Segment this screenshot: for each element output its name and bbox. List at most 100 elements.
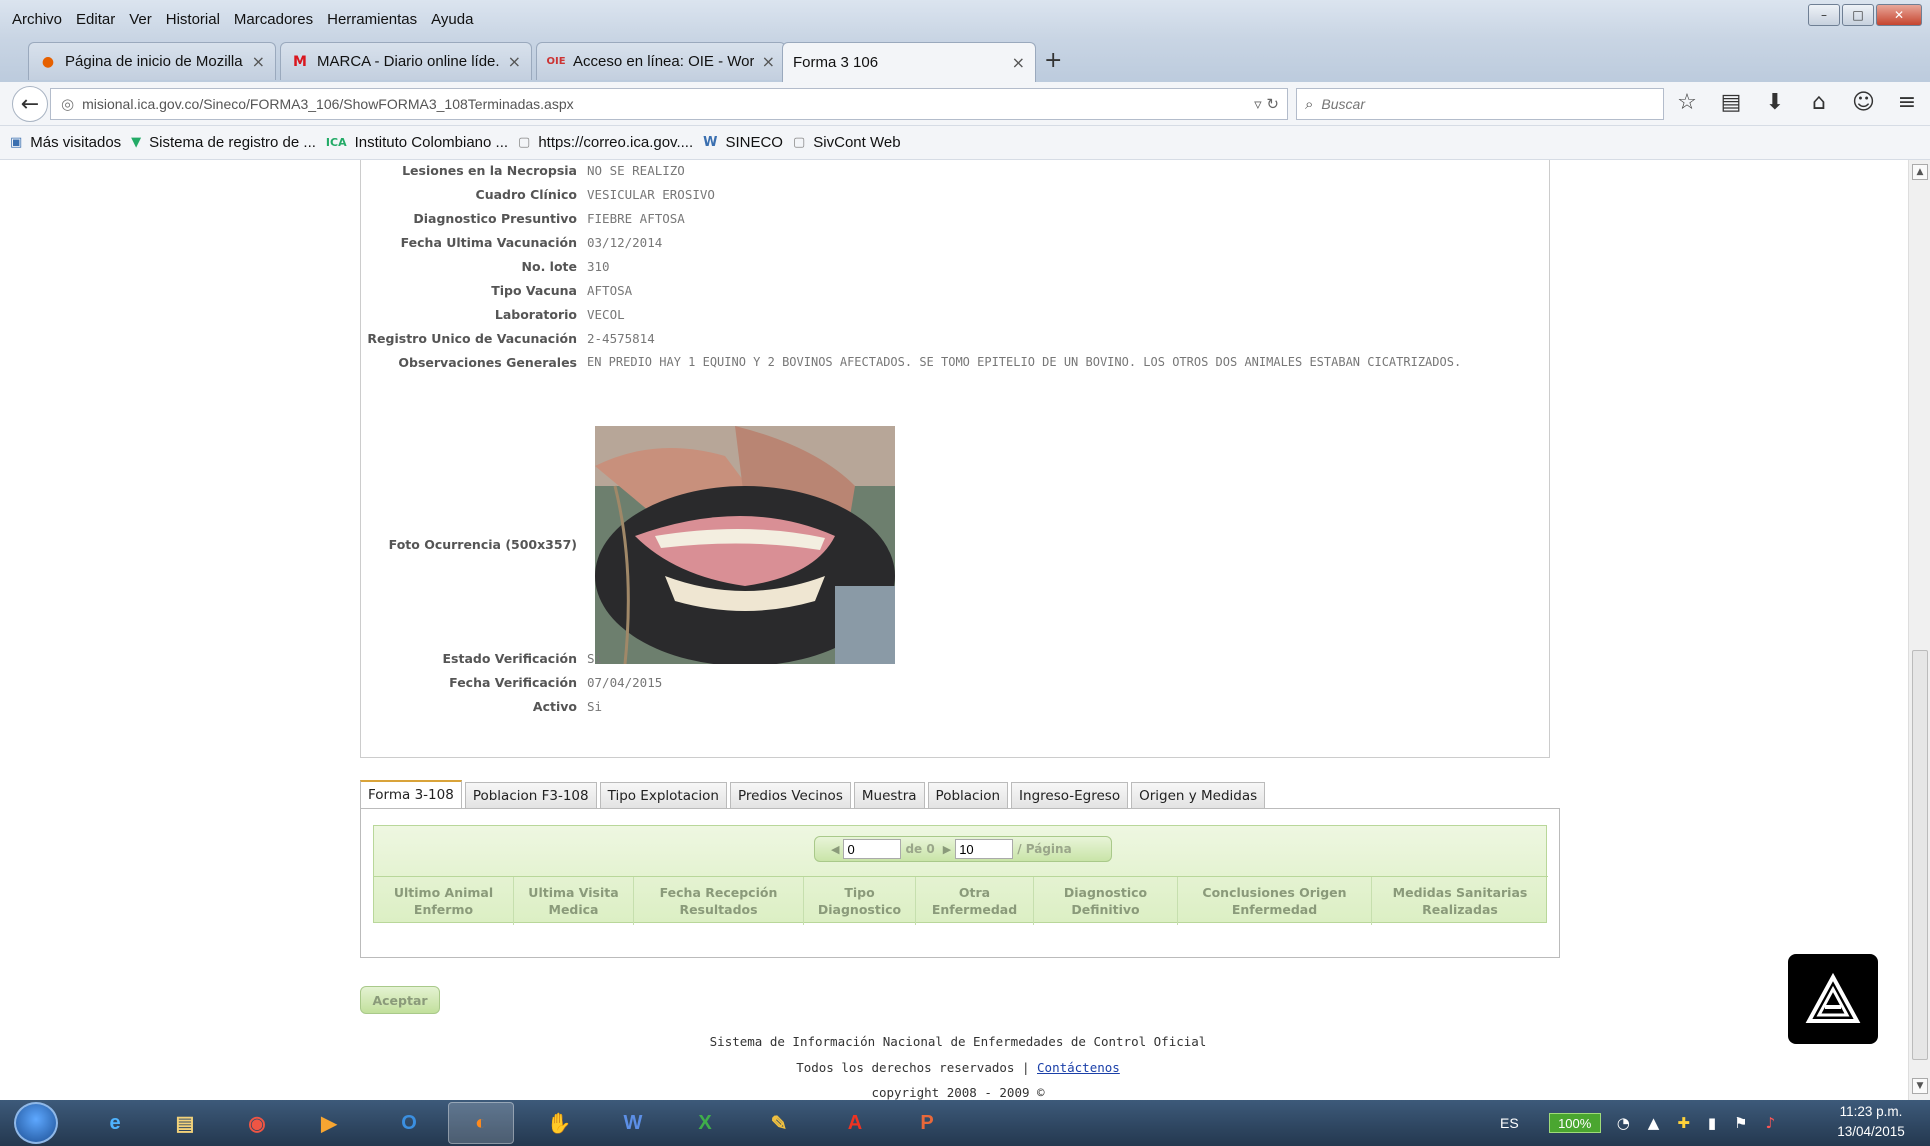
minimize-button[interactable]: – [1808,4,1840,26]
hamburger-menu-icon[interactable]: ≡ [1896,92,1918,114]
accept-button[interactable]: Aceptar [360,986,440,1014]
triangle-logo-icon [1805,972,1861,1023]
tab-mozilla[interactable]: ● Página de inicio de Mozilla... × [28,42,276,80]
close-icon[interactable]: × [508,52,521,71]
tab-origen-y-medidas[interactable]: Origen y Medidas [1131,782,1266,808]
bookmark-star-icon[interactable]: ☆ [1676,92,1698,114]
menu-marcadores[interactable]: Marcadores [234,11,313,28]
close-icon[interactable]: × [1012,53,1025,72]
field-value: VESICULAR EROSIVO [587,186,715,202]
column-header[interactable]: Ultima Visita Medica [514,877,634,925]
tab-poblacion[interactable]: Poblacion [927,782,1009,808]
tab-poblacion-f3-108[interactable]: Poblacion F3-108 [464,782,597,808]
internet-explorer-icon[interactable]: e [82,1102,148,1144]
flag-icon[interactable]: ⚑ [1734,1114,1747,1132]
bookmark-mas-visitados[interactable]: ▣ Más visitados [10,134,121,151]
scroll-thumb[interactable] [1912,650,1928,1060]
firefox-icon: ● [41,53,55,70]
tab-forma-3-106[interactable]: Forma 3 106 × [782,42,1036,82]
chrome-icon[interactable]: ◉ [224,1102,290,1144]
menu-herramientas[interactable]: Herramientas [327,11,417,28]
bookmarks-list-icon[interactable]: ▤ [1720,92,1742,114]
language-indicator[interactable]: ES [1500,1115,1519,1131]
close-icon[interactable]: × [252,52,265,71]
contact-link[interactable]: Contáctenos [1037,1060,1120,1075]
page-count-label: de 0 [905,842,935,856]
scroll-down-icon[interactable]: ▼ [1912,1078,1928,1094]
field-fecha-verificacion: Fecha Verificación 07/04/2015 [361,670,1551,694]
firefox-icon[interactable]: ◐ [448,1102,514,1144]
media-player-icon[interactable]: ▶ [296,1102,362,1144]
column-header[interactable]: Conclusiones Origen Enfermedad [1178,877,1372,925]
field-label: Fecha Ultima Vacunación [400,234,577,250]
powerpoint-icon[interactable]: P [894,1102,960,1144]
search-input[interactable] [1321,96,1622,112]
clock[interactable]: 11:23 p.m. 13/04/2015 [1816,1102,1926,1142]
url-bar[interactable]: ◎ misional.ica.gov.co/Sineco/FORMA3_106/… [50,88,1288,120]
tab-marca[interactable]: M MARCA - Diario online líde... × [280,42,532,80]
download-icon[interactable]: ⬇ [1764,92,1786,114]
floating-badge[interactable] [1788,954,1878,1044]
word-icon[interactable]: W [600,1102,666,1144]
menu-historial[interactable]: Historial [166,11,220,28]
column-header[interactable]: Medidas Sanitarias Realizadas [1372,877,1548,925]
tab-muestra[interactable]: Muestra [853,782,925,808]
outlook-icon[interactable]: O [376,1102,442,1144]
bookmark-instituto-colombiano[interactable]: ICA Instituto Colombiano ... [326,134,508,151]
bookmark-sivcont[interactable]: ▢ SivCont Web [793,134,901,151]
paint-icon[interactable]: ✎ [746,1102,812,1144]
close-window-button[interactable]: ✕ [1876,4,1922,26]
field-diagnostico-presuntivo: Diagnostico Presuntivo FIEBRE AFTOSA [361,206,1551,230]
column-header[interactable]: Otra Enfermedad [916,877,1034,925]
reload-icon[interactable]: ▿ ↻ [1254,95,1279,113]
acrobat-icon[interactable]: A [822,1102,888,1144]
menu-editar[interactable]: Editar [76,11,115,28]
next-page-icon[interactable]: ▶ [943,843,951,856]
column-header[interactable]: Diagnostico Definitivo [1034,877,1178,925]
field-label: No. lote [521,258,577,274]
vertical-scrollbar[interactable]: ▲ ▼ [1908,160,1930,1100]
close-icon[interactable]: × [762,52,775,71]
section-tabs: Forma 3-108 Poblacion F3-108 Tipo Explot… [360,780,1268,808]
menu-ver[interactable]: Ver [129,11,152,28]
show-hidden-icons-icon[interactable]: ▲ [1648,1114,1660,1132]
bookmark-sistema-registro[interactable]: ▼ Sistema de registro de ... [131,134,316,151]
field-registro-unico: Registro Unico de Vacunación 2-4575814 [361,326,1551,350]
bookmark-sineco[interactable]: W SINECO [703,134,783,151]
menu-archivo[interactable]: Archivo [12,11,62,28]
plus-icon[interactable]: ✚ [1677,1114,1690,1132]
maximize-button[interactable]: □ [1842,4,1874,26]
home-icon[interactable]: ⌂ [1808,92,1830,114]
start-orb-icon[interactable] [14,1102,58,1144]
search-bar[interactable]: ⌕ [1296,88,1664,120]
column-header[interactable]: Tipo Diagnostico [804,877,916,925]
tab-forma-3-108[interactable]: Forma 3-108 [360,780,462,808]
tab-tipo-explotacion[interactable]: Tipo Explotacion [599,782,727,808]
grid-panel: ◀ de 0 ▶ / Página Ultimo Animal Enfermo … [360,808,1560,958]
scroll-up-icon[interactable]: ▲ [1912,164,1928,180]
prev-page-icon[interactable]: ◀ [831,843,839,856]
network-icon[interactable]: ▮ [1708,1114,1716,1132]
excel-icon[interactable]: X [672,1102,738,1144]
page-number-input[interactable] [843,839,902,859]
tab-ingreso-egreso[interactable]: Ingreso-Egreso [1011,782,1129,808]
url-text[interactable]: misional.ica.gov.co/Sineco/FORMA3_106/Sh… [82,96,1254,112]
tab-predios-vecinos[interactable]: Predios Vecinos [729,782,851,808]
tab-oie[interactable]: OIE Acceso en línea: OIE - Worl... × [536,42,786,80]
chat-icon[interactable]: ☺ [1852,92,1875,114]
power-icon[interactable]: ◔ [1617,1114,1630,1132]
bookmark-correo[interactable]: ▢ https://correo.ica.gov.... [518,134,693,151]
menu-ayuda[interactable]: Ayuda [431,11,473,28]
new-tab-button[interactable]: + [1044,48,1062,73]
page-size-input[interactable] [955,839,1014,859]
battery-indicator[interactable]: 100% [1548,1113,1601,1133]
clock-time: 11:23 p.m. [1839,1104,1903,1119]
page-icon: ▢ [792,135,806,150]
column-header[interactable]: Ultimo Animal Enfermo [374,877,514,925]
volume-muted-icon[interactable]: ♪ [1766,1114,1776,1132]
hand-icon[interactable]: ✋ [526,1102,592,1144]
column-header[interactable]: Fecha Recepción Resultados [634,877,804,925]
file-explorer-icon[interactable]: ▤ [152,1102,218,1144]
field-lesiones: Lesiones en la Necropsia NO SE REALIZO [361,160,1551,182]
back-button[interactable]: ← [12,86,48,122]
